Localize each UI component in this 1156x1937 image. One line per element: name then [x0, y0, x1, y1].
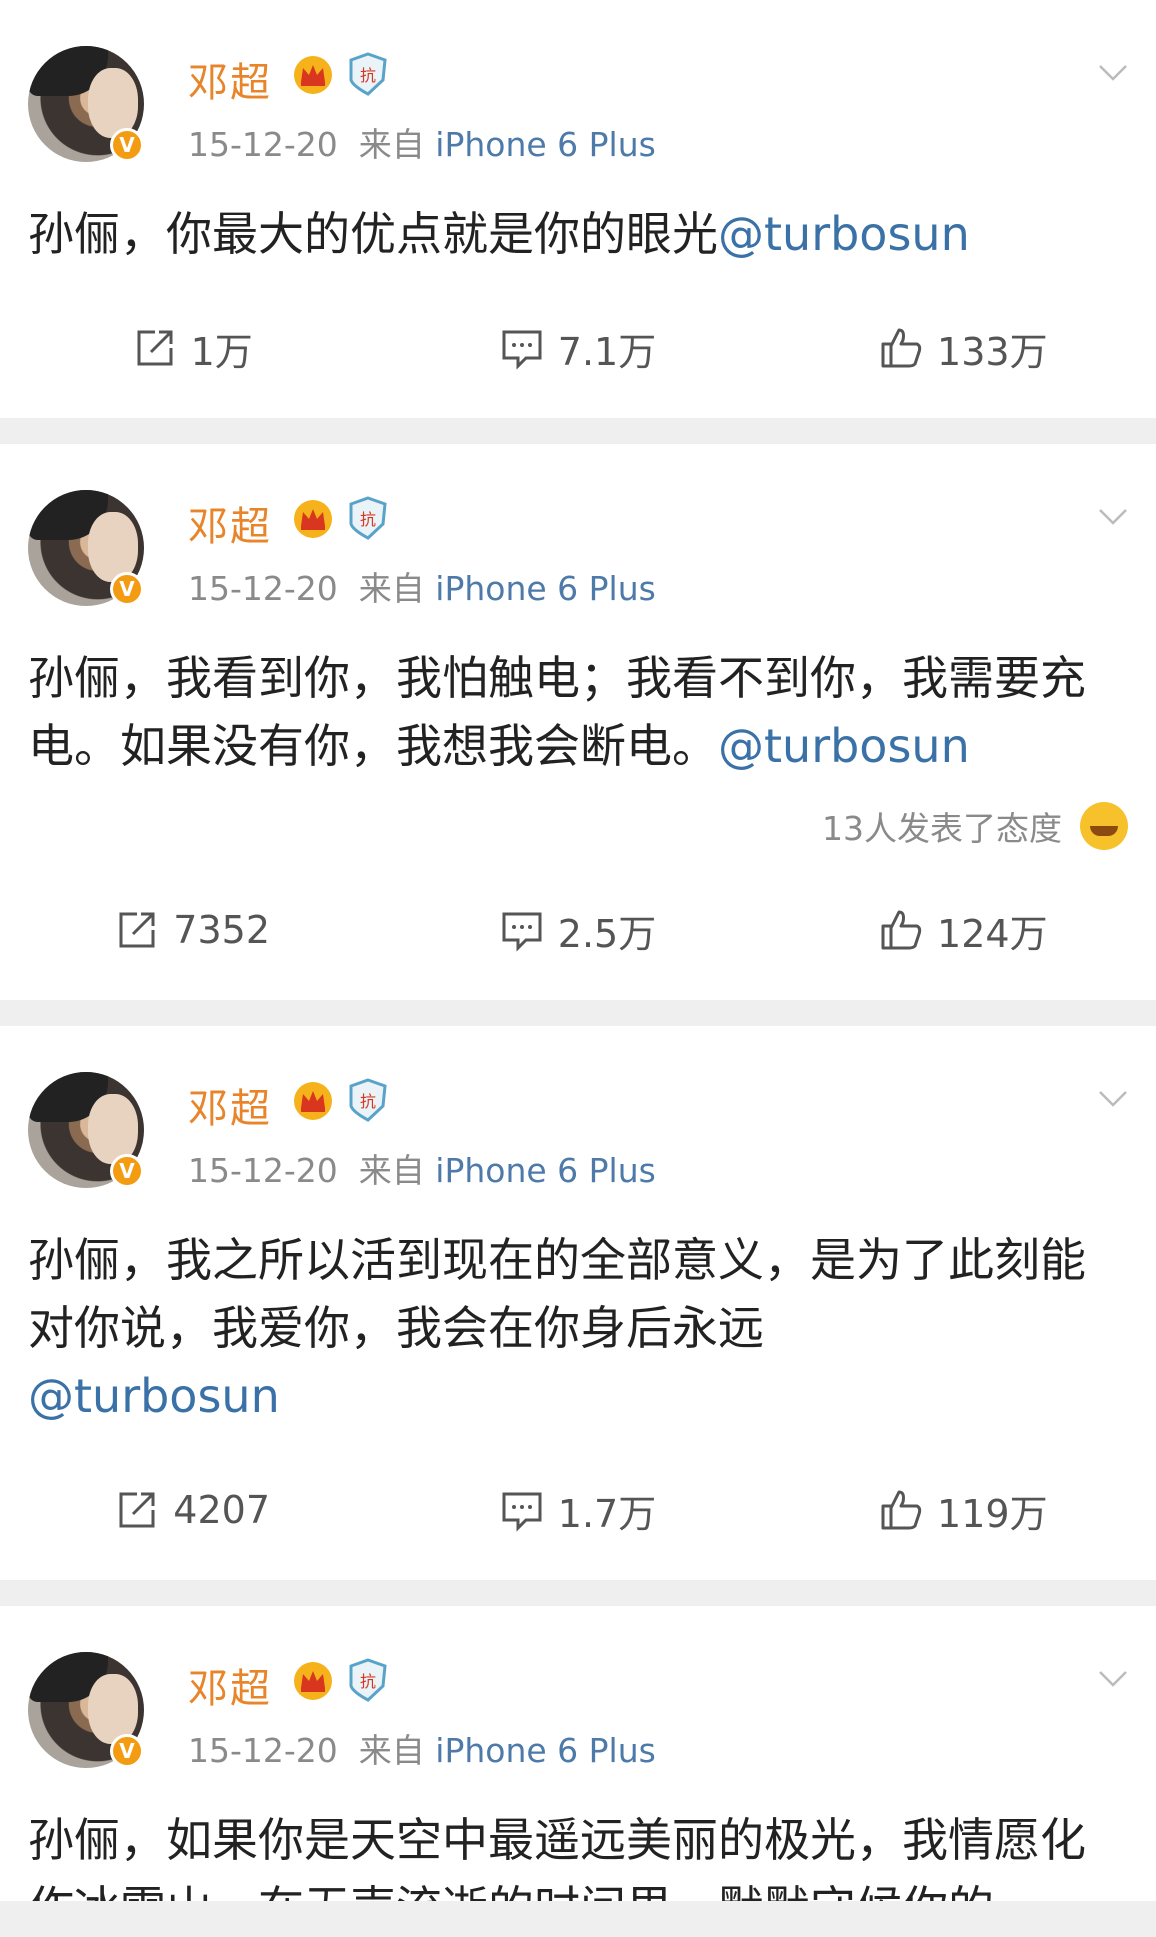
verified-v-icon: V — [110, 128, 144, 162]
post-header: V 邓超 抗 15-12-20 来自 iPhone 6 Plus — [0, 1606, 1156, 1770]
post-meta: 15-12-20 来自 iPhone 6 Plus — [188, 118, 656, 166]
user-name[interactable]: 邓超 — [188, 1656, 272, 1714]
post-text: 孙俪，如果你是天空中最遥远美丽的极光，我情愿化作冰雪山，在无声流逝的时间里，默默… — [0, 1756, 1156, 1901]
post-text: 孙俪，你最大的优点就是你的眼光@turbosun — [0, 150, 1156, 268]
like-count: 124万 — [937, 911, 1048, 956]
post-meta: 15-12-20 来自 iPhone 6 Plus — [188, 562, 656, 610]
chevron-down-icon[interactable] — [1098, 508, 1128, 526]
crown-vip-icon — [294, 500, 332, 538]
share-icon — [119, 1492, 155, 1528]
comment-button[interactable]: 7.1万 — [385, 321, 770, 376]
post-time: 15-12-20 — [188, 125, 338, 164]
source-prefix: 来自 — [358, 1151, 425, 1190]
crown-vip-icon — [294, 1082, 332, 1120]
post-body: 孙俪，你最大的优点就是你的眼光 — [28, 207, 718, 261]
comment-button[interactable]: 1.7万 — [385, 1483, 770, 1538]
user-name[interactable]: 邓超 — [188, 494, 272, 552]
comment-count: 1.7万 — [557, 1491, 657, 1536]
verified-v-icon: V — [110, 572, 144, 606]
repost-count: 4207 — [173, 1488, 271, 1532]
post-meta: 15-12-20 来自 iPhone 6 Plus — [188, 1724, 656, 1772]
shield-badge-icon: 抗 — [349, 1658, 387, 1702]
post-source[interactable]: iPhone 6 Plus — [435, 1731, 656, 1770]
post-time: 15-12-20 — [188, 1151, 338, 1190]
source-prefix: 来自 — [358, 569, 425, 608]
post-source[interactable]: iPhone 6 Plus — [435, 125, 656, 164]
action-bar: 1万 7.1万 133万 — [0, 268, 1156, 418]
mention-link[interactable]: @turbosun — [28, 1369, 280, 1423]
laugh-emoji-icon — [1080, 802, 1128, 850]
chevron-down-icon[interactable] — [1098, 1090, 1128, 1108]
post-source[interactable]: iPhone 6 Plus — [435, 1151, 656, 1190]
post-text-clip: 孙俪，如果你是天空中最遥远美丽的极光，我情愿化作冰雪山，在无声流逝的时间里，默默… — [0, 1756, 1156, 1901]
reactions-text: 13人发表了态度 — [822, 809, 1062, 848]
action-bar: 4207 1.7万 119万 — [0, 1430, 1156, 1580]
comment-icon — [502, 1492, 542, 1532]
mention-link[interactable]: @turbosun — [718, 207, 970, 261]
shield-badge-icon: 抗 — [349, 52, 387, 96]
svg-text:抗: 抗 — [360, 66, 376, 85]
post-card: V 邓超 抗 15-12-20 来自 iPhone 6 Plus 孙俪，我之所以… — [0, 1026, 1156, 1580]
share-icon — [137, 330, 173, 366]
comment-count: 2.5万 — [557, 911, 657, 956]
repost-count: 1万 — [190, 329, 253, 374]
user-name[interactable]: 邓超 — [188, 1076, 272, 1134]
like-button[interactable]: 124万 — [771, 903, 1156, 958]
weibo-feed: V 邓超 抗 15-12-20 来自 iPhone 6 Plus 孙俪，你最大的… — [0, 0, 1156, 1901]
verified-v-icon: V — [110, 1734, 144, 1768]
verified-v-icon: V — [110, 1154, 144, 1188]
comment-button[interactable]: 2.5万 — [385, 903, 770, 958]
comment-count: 7.1万 — [557, 329, 657, 374]
source-prefix: 来自 — [358, 125, 425, 164]
share-icon — [119, 912, 155, 948]
action-bar: 7352 2.5万 124万 — [0, 850, 1156, 1000]
repost-button[interactable]: 1万 — [0, 321, 385, 376]
post-header: V 邓超 抗 15-12-20 来自 iPhone 6 Plus — [0, 1026, 1156, 1190]
repost-button[interactable]: 7352 — [0, 908, 385, 952]
thumbs-up-icon — [881, 328, 922, 368]
post-body: 孙俪，我之所以活到现在的全部意义，是为了此刻能对你说，我爱你，我会在你身后永远 — [28, 1233, 1086, 1355]
reactions-summary[interactable]: 13人发表了态度 — [0, 802, 1156, 850]
post-meta: 15-12-20 来自 iPhone 6 Plus — [188, 1144, 656, 1192]
mention-link[interactable]: @turbosun — [718, 719, 970, 773]
user-name[interactable]: 邓超 — [188, 50, 272, 108]
shield-badge-icon: 抗 — [349, 496, 387, 540]
comment-icon — [502, 330, 542, 370]
comment-icon — [502, 912, 542, 952]
post-card: V 邓超 抗 15-12-20 来自 iPhone 6 Plus 孙俪，如果你是… — [0, 1606, 1156, 1901]
chevron-down-icon[interactable] — [1098, 1670, 1128, 1688]
crown-vip-icon — [294, 1662, 332, 1700]
svg-text:抗: 抗 — [360, 510, 376, 529]
repost-button[interactable]: 4207 — [0, 1488, 385, 1532]
shield-badge-icon: 抗 — [349, 1078, 387, 1122]
post-source[interactable]: iPhone 6 Plus — [435, 569, 656, 608]
svg-text:抗: 抗 — [360, 1092, 376, 1111]
crown-vip-icon — [294, 56, 332, 94]
like-count: 133万 — [937, 329, 1048, 374]
post-card: V 邓超 抗 15-12-20 来自 iPhone 6 Plus 孙俪，我看到你… — [0, 444, 1156, 1000]
post-text: 孙俪，我看到你，我怕触电；我看不到你，我需要充电。如果没有你，我想我会断电。@t… — [0, 594, 1156, 780]
post-header: V 邓超 抗 15-12-20 来自 iPhone 6 Plus — [0, 444, 1156, 608]
source-prefix: 来自 — [358, 1731, 425, 1770]
like-button[interactable]: 119万 — [771, 1483, 1156, 1538]
thumbs-up-icon — [881, 1490, 922, 1530]
svg-text:抗: 抗 — [360, 1672, 376, 1691]
post-text: 孙俪，我之所以活到现在的全部意义，是为了此刻能对你说，我爱你，我会在你身后永远 @… — [0, 1176, 1156, 1430]
post-header: V 邓超 抗 15-12-20 来自 iPhone 6 Plus — [0, 0, 1156, 164]
post-time: 15-12-20 — [188, 1731, 338, 1770]
repost-count: 7352 — [173, 908, 271, 952]
post-time: 15-12-20 — [188, 569, 338, 608]
thumbs-up-icon — [881, 910, 922, 950]
post-body: 孙俪，如果你是天空中最遥远美丽的极光，我情愿化作冰雪山，在无声流逝的时间里，默默… — [28, 1813, 1086, 1901]
post-card: V 邓超 抗 15-12-20 来自 iPhone 6 Plus 孙俪，你最大的… — [0, 0, 1156, 418]
like-button[interactable]: 133万 — [771, 321, 1156, 376]
like-count: 119万 — [937, 1491, 1048, 1536]
chevron-down-icon[interactable] — [1098, 64, 1128, 82]
